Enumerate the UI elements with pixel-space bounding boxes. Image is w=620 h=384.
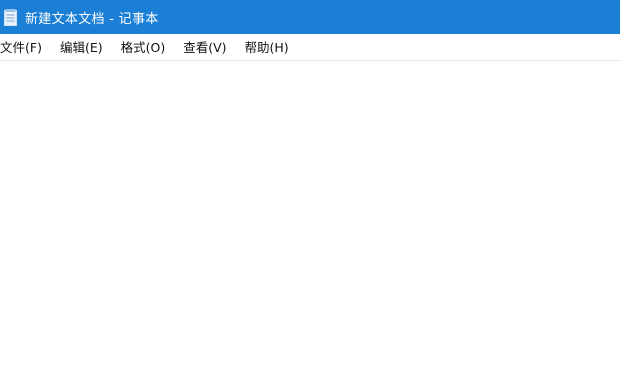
menu-file[interactable]: 文件(F): [0, 34, 51, 61]
text-editor-area[interactable]: [0, 62, 620, 384]
notepad-window: 新建文本文档 - 记事本 文件(F) 编辑(E) 格式(O) 查看(V) 帮助(…: [0, 0, 620, 384]
menu-bar: 文件(F) 编辑(E) 格式(O) 查看(V) 帮助(H): [0, 34, 620, 61]
menu-edit[interactable]: 编辑(E): [51, 34, 112, 61]
menu-view[interactable]: 查看(V): [174, 34, 235, 61]
notepad-icon: [4, 8, 17, 26]
window-title: 新建文本文档 - 记事本: [25, 11, 159, 27]
menu-format[interactable]: 格式(O): [112, 34, 175, 61]
menu-help[interactable]: 帮助(H): [236, 34, 298, 61]
title-bar[interactable]: 新建文本文档 - 记事本: [0, 0, 620, 34]
